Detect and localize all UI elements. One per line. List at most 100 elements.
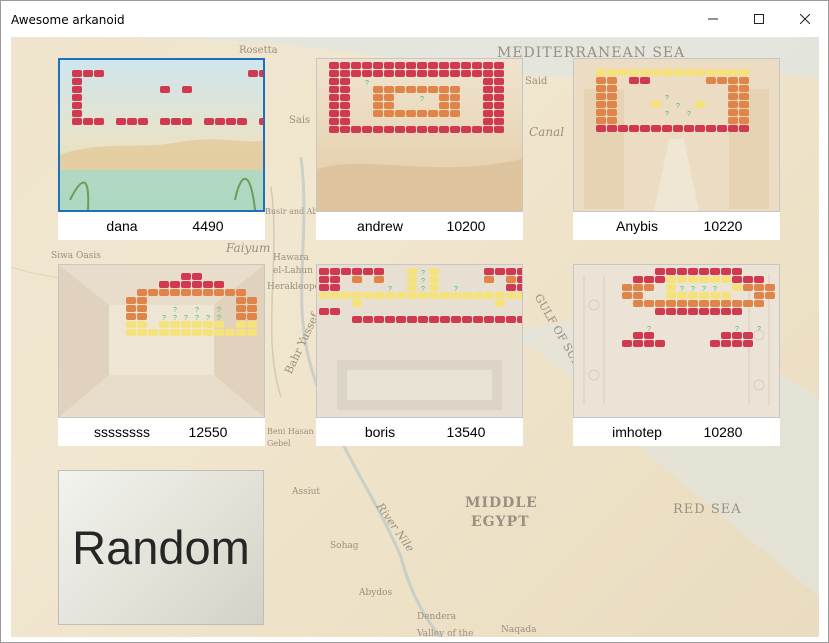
brick bbox=[721, 340, 731, 347]
level-thumbnail[interactable] bbox=[58, 58, 265, 212]
level-card-2[interactable]: ?? andrew 10200 bbox=[316, 58, 523, 244]
brick bbox=[148, 289, 158, 296]
brick bbox=[319, 276, 329, 283]
brick bbox=[340, 78, 350, 85]
brick bbox=[651, 101, 661, 108]
brick bbox=[204, 118, 214, 125]
brick bbox=[192, 281, 202, 288]
brick bbox=[396, 292, 406, 299]
title-bar[interactable]: Awesome arkanoid bbox=[1, 1, 828, 37]
brick bbox=[362, 70, 372, 77]
brick bbox=[495, 268, 505, 275]
bonus-brick: ? bbox=[691, 286, 695, 293]
brick bbox=[472, 70, 482, 77]
close-button[interactable] bbox=[782, 1, 828, 37]
brick bbox=[655, 308, 665, 315]
level-card-1[interactable]: dana 4490 bbox=[58, 58, 265, 244]
brick bbox=[607, 85, 617, 92]
level-card-3[interactable]: ???? Anybis 10220 bbox=[573, 58, 780, 244]
level-thumbnail[interactable]: ????? bbox=[316, 264, 523, 418]
brick bbox=[596, 101, 606, 108]
brick bbox=[429, 316, 439, 323]
level-info: Anybis 10220 bbox=[573, 212, 780, 240]
brick bbox=[688, 292, 698, 299]
brick bbox=[684, 69, 694, 76]
brick bbox=[236, 289, 246, 296]
brick bbox=[728, 125, 738, 132]
brick bbox=[644, 340, 654, 347]
bonus-brick: ? bbox=[676, 103, 680, 110]
brick bbox=[494, 94, 504, 101]
brick bbox=[330, 292, 340, 299]
brick bbox=[439, 126, 449, 133]
brick bbox=[596, 85, 606, 92]
level-thumbnail[interactable]: ?? bbox=[316, 58, 523, 212]
brick bbox=[417, 70, 427, 77]
level-card-6[interactable]: ??????? imhotep 10280 bbox=[573, 264, 780, 450]
brick bbox=[116, 118, 126, 125]
brick bbox=[428, 86, 438, 93]
level-card-4[interactable]: ????????? ssssssss 12550 bbox=[58, 264, 265, 450]
brick bbox=[483, 118, 493, 125]
brick bbox=[72, 86, 82, 93]
brick bbox=[319, 284, 329, 291]
brick bbox=[677, 268, 687, 275]
brick bbox=[461, 126, 471, 133]
player-score: 4490 bbox=[192, 218, 224, 234]
brick bbox=[754, 292, 764, 299]
brick bbox=[137, 289, 147, 296]
level-thumbnail[interactable]: ????????? bbox=[58, 264, 265, 418]
brick bbox=[373, 62, 383, 69]
brick bbox=[517, 284, 522, 291]
brick bbox=[439, 102, 449, 109]
map-label: Gebel bbox=[267, 439, 291, 448]
brick bbox=[484, 292, 494, 299]
brick bbox=[739, 93, 749, 100]
brick bbox=[247, 329, 257, 336]
brick bbox=[259, 70, 263, 77]
brick bbox=[374, 292, 384, 299]
brick bbox=[765, 292, 775, 299]
brick bbox=[728, 85, 738, 92]
brick bbox=[319, 268, 329, 275]
brick bbox=[395, 62, 405, 69]
brick bbox=[743, 332, 753, 339]
bonus-brick: ? bbox=[421, 286, 425, 293]
brick bbox=[181, 289, 191, 296]
brick bbox=[462, 316, 472, 323]
brick bbox=[373, 86, 383, 93]
brick bbox=[329, 110, 339, 117]
level-card-5[interactable]: ????? boris 13540 bbox=[316, 264, 523, 450]
brick bbox=[352, 300, 362, 307]
brick bbox=[494, 78, 504, 85]
maximize-button[interactable] bbox=[736, 1, 782, 37]
brick bbox=[483, 62, 493, 69]
brick bbox=[732, 308, 742, 315]
brick bbox=[666, 308, 676, 315]
brick bbox=[629, 69, 639, 76]
brick bbox=[495, 300, 505, 307]
brick bbox=[695, 101, 705, 108]
brick bbox=[506, 284, 516, 291]
minimize-button[interactable] bbox=[690, 1, 736, 37]
brick bbox=[655, 340, 665, 347]
level-thumbnail[interactable]: ???? bbox=[573, 58, 780, 212]
bonus-brick: ? bbox=[162, 315, 166, 322]
brick bbox=[395, 110, 405, 117]
brick bbox=[203, 289, 213, 296]
brick bbox=[137, 313, 147, 320]
brick bbox=[710, 292, 720, 299]
brick bbox=[429, 276, 439, 283]
random-level-button[interactable]: Random bbox=[58, 470, 264, 625]
map-label: Sais bbox=[289, 115, 311, 126]
brick bbox=[148, 329, 158, 336]
brick bbox=[203, 329, 213, 336]
brick bbox=[633, 340, 643, 347]
brick bbox=[374, 276, 384, 283]
brick bbox=[94, 118, 104, 125]
brick bbox=[182, 118, 192, 125]
bonus-brick: ? bbox=[421, 270, 425, 277]
level-thumbnail[interactable]: ??????? bbox=[573, 264, 780, 418]
brick bbox=[203, 321, 213, 328]
brick bbox=[330, 268, 340, 275]
